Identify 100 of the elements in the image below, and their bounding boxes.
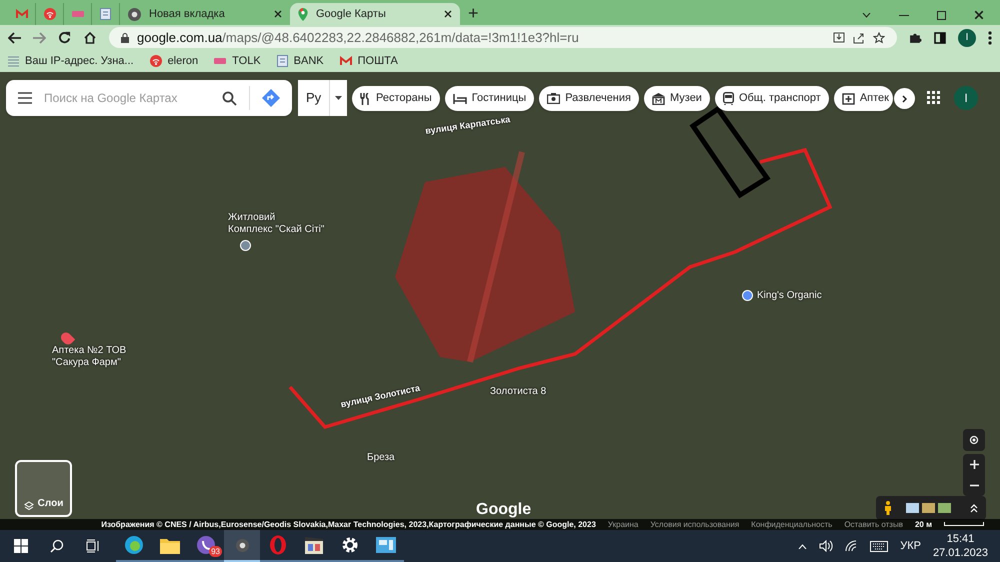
map-label[interactable]: Аптека №2 ТОВ "Сакура Фарм"	[52, 345, 126, 369]
windows-start-icon[interactable]	[14, 539, 28, 553]
keyboard-icon[interactable]	[870, 540, 888, 552]
sky-thumbnail[interactable]	[906, 503, 919, 513]
search-input[interactable]: Поиск на Google Картах	[44, 89, 210, 107]
directions-icon[interactable]	[262, 89, 280, 107]
address-bar[interactable]: google.com.ua/maps/@48.6402283,22.2846882,261m/data=!3m1!1e3?hl=ru	[109, 27, 897, 48]
wifi-icon	[44, 8, 56, 20]
home-icon[interactable]	[83, 30, 97, 44]
document-icon	[276, 55, 288, 67]
chevron-up-icon[interactable]	[798, 544, 808, 548]
fork-knife-icon	[360, 92, 371, 104]
caret-icon	[335, 96, 342, 100]
category-chip[interactable]: Музеи	[644, 86, 710, 111]
search-icon[interactable]	[50, 539, 64, 553]
envelope-icon	[16, 9, 28, 19]
new-tab-button[interactable]: +	[468, 4, 479, 22]
document-icon	[100, 8, 111, 20]
building-marker-icon[interactable]	[240, 240, 251, 251]
language-indicator[interactable]: УКР	[900, 538, 921, 554]
camera-icon	[547, 93, 560, 104]
category-chip[interactable]: Гостиницы	[444, 86, 534, 111]
place-label[interactable]: King's Organic	[757, 290, 822, 302]
footer-link[interactable]: Оставить отзыв	[844, 518, 903, 530]
bookmark-link[interactable]: Ваш IP-адрес. Узна...	[8, 52, 134, 70]
install-icon[interactable]	[833, 32, 845, 44]
address-label[interactable]: Бреза	[367, 452, 395, 464]
bookmark-link[interactable]: ПОШТА	[340, 52, 398, 70]
browser-icon	[236, 538, 248, 552]
reload-icon[interactable]	[58, 31, 71, 44]
map-pin-icon	[298, 8, 308, 20]
close-icon[interactable]	[444, 10, 452, 18]
satellite-map[interactable]	[0, 72, 1000, 530]
layers-icon	[24, 501, 34, 511]
chevron-down-icon[interactable]	[862, 12, 871, 18]
menu-icon[interactable]	[18, 92, 32, 104]
category-chip[interactable]: Общ. транспорт	[714, 86, 829, 111]
profile-avatar[interactable]: I	[958, 28, 976, 46]
url-text: google.com.ua/maps/@48.6402283,22.2846882,261m/data=!3m1!1e3?hl=ru	[137, 28, 579, 47]
account-avatar[interactable]: I	[954, 86, 978, 110]
terrain-thumbnail[interactable]	[922, 503, 935, 513]
expand-icon[interactable]	[970, 504, 978, 512]
clock-time[interactable]: 15:41	[946, 532, 974, 546]
minimize-icon[interactable]	[899, 14, 909, 16]
restore-icon[interactable]	[937, 10, 946, 20]
shop-marker-icon[interactable]	[742, 290, 753, 301]
bookmark-link[interactable]: eleron	[150, 52, 198, 70]
bookmark-link[interactable]: TOLK	[214, 52, 261, 70]
apps-grid-icon[interactable]	[927, 91, 941, 105]
browser-icon	[269, 535, 287, 555]
forward-arrow-icon[interactable]	[33, 32, 46, 44]
back-arrow-icon[interactable]	[8, 32, 21, 44]
browser-tab[interactable]: Google Карты	[290, 3, 460, 25]
footer-text: Изображения © CNES / Airbus,Eurosense/Geodis Slovakia,Maxar Technologies, 2023,Картографические данные © Google, 2023	[101, 518, 596, 530]
clapperboard-icon	[304, 535, 324, 555]
street-label[interactable]: вулиця Карпатська	[424, 113, 512, 138]
share-icon[interactable]	[853, 32, 865, 44]
crosshair-icon	[968, 434, 980, 446]
next-button[interactable]	[894, 88, 915, 109]
google-logo: Google	[476, 500, 532, 520]
close-icon[interactable]	[274, 10, 282, 18]
cross-icon	[842, 92, 855, 104]
map-thumbnail[interactable]	[938, 503, 951, 513]
tag-icon	[214, 58, 226, 64]
tab-title: Google Карты	[316, 6, 387, 22]
search-box[interactable]: Поиск на Google Картах	[6, 80, 292, 116]
monitor-icon	[376, 537, 396, 553]
tag-icon	[72, 11, 84, 17]
my-location-button[interactable]	[963, 429, 985, 451]
bed-icon	[452, 94, 467, 104]
puzzle-icon[interactable]	[909, 31, 922, 44]
close-icon[interactable]	[974, 10, 984, 20]
language-dropdown[interactable]: Ру	[298, 80, 348, 116]
category-chip[interactable]: Аптек	[834, 86, 893, 111]
street-label[interactable]: вулиця Золотиста	[339, 382, 422, 412]
task-view-icon[interactable]	[86, 539, 100, 553]
footer-link[interactable]: Конфиденциальность	[751, 518, 832, 530]
address-label[interactable]: Золотиста 8	[490, 386, 546, 398]
footer-link[interactable]: Украина	[608, 518, 638, 530]
network-icon[interactable]	[845, 540, 858, 552]
tab-title: Новая вкладка	[149, 6, 226, 22]
place-label[interactable]: Житловий Комплекс "Скай Сіті"	[228, 212, 324, 236]
search-icon[interactable]	[222, 90, 237, 106]
category-chip[interactable]: Рестораны	[352, 86, 440, 111]
browser-tab[interactable]: Новая вкладка	[120, 3, 290, 25]
speaker-icon[interactable]	[819, 540, 834, 552]
side-panel-icon[interactable]	[934, 32, 946, 44]
footer-link[interactable]: Условия использования	[650, 518, 740, 530]
zoom-in-icon[interactable]	[970, 460, 978, 469]
layers-button[interactable]: Слои	[15, 460, 72, 517]
category-chip[interactable]: Развлечения	[539, 86, 639, 111]
scale-bar	[944, 522, 984, 526]
pegman-icon[interactable]	[884, 501, 892, 515]
bus-icon	[722, 92, 734, 105]
bookmark-link[interactable]: BANK	[276, 52, 324, 70]
more-menu-icon[interactable]	[988, 30, 992, 44]
star-icon[interactable]	[873, 32, 885, 44]
clock-date[interactable]: 27.01.2023	[932, 546, 988, 560]
folder-icon	[160, 536, 180, 554]
envelope-icon	[340, 56, 352, 66]
